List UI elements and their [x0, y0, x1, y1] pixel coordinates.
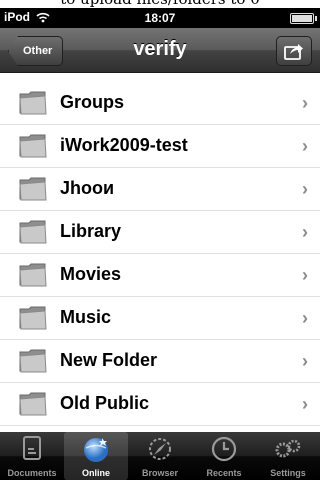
tab-label: Recents: [206, 468, 242, 478]
folder-row[interactable]: Groups ›: [0, 81, 320, 125]
folder-icon: [18, 132, 48, 158]
folder-icon: [18, 261, 48, 287]
chevron-right-icon: ›: [302, 308, 308, 328]
tab-documents[interactable]: Documents: [0, 432, 64, 480]
caption-text: to upload files/folders to 0: [0, 0, 320, 8]
chevron-right-icon: ›: [302, 351, 308, 371]
navigation-bar: Other verify: [0, 28, 320, 73]
folder-name: Music: [60, 307, 112, 327]
tab-label: Settings: [270, 468, 306, 478]
chevron-right-icon: ›: [302, 93, 308, 113]
folder-icon: [18, 218, 48, 244]
tab-online[interactable]: Online: [64, 432, 128, 480]
back-button[interactable]: Other: [8, 36, 64, 66]
folder-list: Groups › iWork2009-test › Jhooи › Library › Movi…: [0, 80, 320, 432]
status-time: 18:07: [144, 11, 176, 25]
battery-icon: [290, 13, 317, 24]
tab-bar: Documents Online Browser Recents Settings: [0, 432, 320, 480]
folder-name: Groups: [60, 92, 125, 112]
folder-name: Library: [60, 221, 122, 241]
folder-name: Old Public: [60, 393, 150, 413]
compass-icon: [146, 435, 174, 463]
tab-label: Online: [81, 468, 110, 478]
folder-row[interactable]: Jhooи ›: [0, 167, 320, 211]
chevron-right-icon: ›: [302, 265, 308, 285]
tab-label: Browser: [141, 468, 178, 478]
online-globe-icon: [82, 435, 110, 463]
folder-icon: [18, 89, 48, 115]
folder-name: Jhooи: [60, 178, 115, 198]
page-title: verify: [133, 38, 187, 60]
folder-row[interactable]: Music ›: [0, 296, 320, 340]
folder-row[interactable]: Old Public ›: [0, 382, 320, 426]
chevron-right-icon: ›: [302, 179, 308, 199]
documents-icon: [18, 435, 46, 463]
chevron-right-icon: ›: [302, 136, 308, 156]
folder-row[interactable]: Library ›: [0, 210, 320, 254]
share-button[interactable]: [276, 36, 312, 66]
tab-browser[interactable]: Browser: [128, 432, 192, 480]
status-bar: iPod 18:07: [0, 8, 320, 28]
folder-name: New Folder: [60, 350, 158, 370]
share-icon: [284, 44, 303, 60]
caption-strip: to upload files/folders to 0: [0, 0, 320, 8]
tab-settings[interactable]: Settings: [256, 432, 320, 480]
chevron-right-icon: ›: [302, 222, 308, 242]
folder-row[interactable]: iWork2009-test ›: [0, 124, 320, 168]
folder-icon: [18, 347, 48, 373]
folder-icon: [18, 304, 48, 330]
folder-icon: [18, 175, 48, 201]
folder-name: iWork2009-test: [60, 135, 188, 155]
folder-name: Movies: [60, 264, 122, 284]
folder-row[interactable]: New Folder ›: [0, 339, 320, 383]
tab-label: Documents: [7, 468, 57, 478]
chevron-right-icon: ›: [302, 394, 308, 414]
gears-icon: [274, 435, 302, 463]
folder-row[interactable]: Movies ›: [0, 253, 320, 297]
tab-recents[interactable]: Recents: [192, 432, 256, 480]
folder-icon: [18, 390, 48, 416]
clock-icon: [210, 435, 238, 463]
